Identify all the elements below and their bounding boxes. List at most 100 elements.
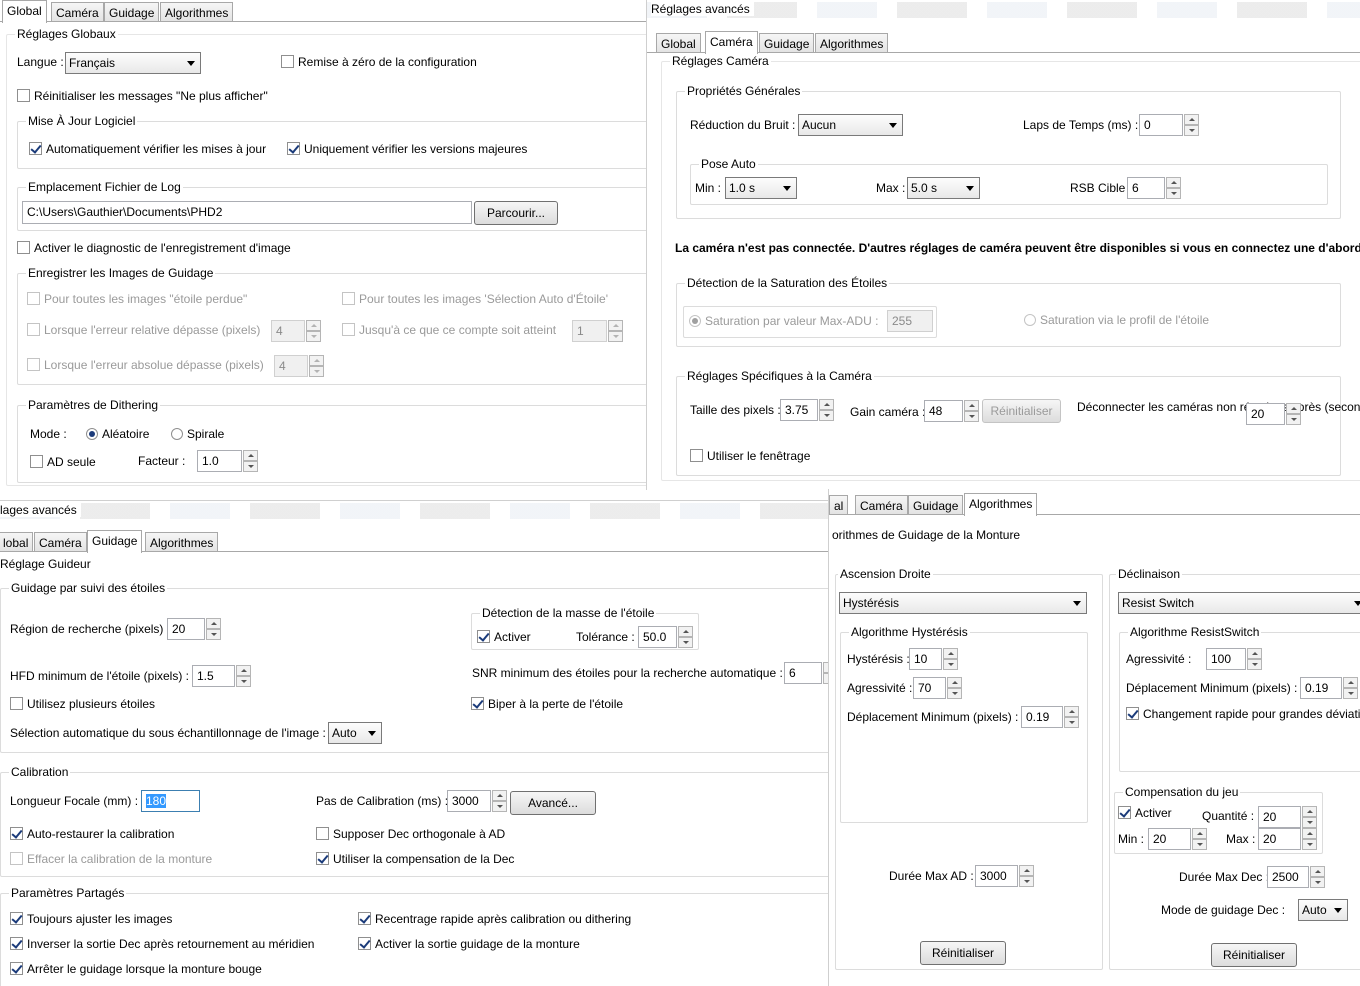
- until-count-input[interactable]: 1: [572, 320, 607, 342]
- tab-algorithms[interactable]: Algorithmes: [145, 532, 219, 552]
- dec-algorithm-combo[interactable]: Resist Switch: [1118, 592, 1360, 614]
- hfd-spinner[interactable]: [236, 665, 251, 687]
- beep-checkbox[interactable]: Biper à la perte de l'étoile: [471, 697, 623, 711]
- max-exposure-combo[interactable]: 5.0 s: [907, 177, 980, 199]
- tab-global[interactable]: Global: [2, 0, 47, 23]
- pixel-size-input[interactable]: 3.75: [780, 399, 818, 421]
- sat-max-adu-radio[interactable]: Saturation par valeur Max-ADU :: [689, 314, 878, 328]
- dec-mode-combo[interactable]: Auto: [1298, 899, 1348, 921]
- tab-algorithms[interactable]: Algorithmes: [964, 493, 1038, 516]
- reset-config-checkbox[interactable]: Remise à zéro de la configuration: [281, 55, 477, 69]
- target-snr-input[interactable]: 6: [1127, 177, 1165, 199]
- factor-input[interactable]: 1.0: [197, 450, 242, 472]
- always-scale-checkbox[interactable]: Toujours ajuster les images: [10, 912, 172, 926]
- until-count-checkbox[interactable]: Jusqu'à ce que ce compte soit atteint: [342, 323, 556, 337]
- max-adu-input[interactable]: 255: [887, 310, 933, 332]
- auto-restore-checkbox[interactable]: Auto-restaurer la calibration: [10, 827, 174, 841]
- sat-profile-radio[interactable]: Saturation via le profil de l'étoile: [1024, 313, 1209, 327]
- camera-reset-button[interactable]: Réinitialiser: [982, 399, 1061, 423]
- dec-reset-button[interactable]: Réinitialiser: [1211, 943, 1297, 967]
- log-path-input[interactable]: C:\Users\Gauthier\Documents\PHD2: [22, 201, 472, 224]
- mass-enable-checkbox[interactable]: Activer: [477, 630, 531, 644]
- rel-error-spinner[interactable]: [306, 320, 321, 342]
- rs-aggressiveness-input[interactable]: 100: [1206, 648, 1246, 670]
- tab-guiding[interactable]: Guidage: [104, 2, 160, 22]
- disconnect-spinner[interactable]: [1286, 403, 1301, 425]
- aggressiveness-input[interactable]: 70: [913, 677, 946, 699]
- dither-spiral-radio[interactable]: Spirale: [171, 427, 224, 441]
- auto-update-checkbox[interactable]: Automatiquement vérifier les mises à jou…: [29, 142, 266, 156]
- backlash-max-spinner[interactable]: [1302, 828, 1317, 850]
- tab-global[interactable]: Global: [656, 33, 701, 53]
- clear-calibration-checkbox[interactable]: Effacer la calibration de la monture: [10, 852, 212, 866]
- language-combo[interactable]: Français: [65, 52, 201, 74]
- dither-random-radio[interactable]: Aléatoire: [86, 427, 149, 441]
- tab-camera[interactable]: Caméra: [34, 532, 87, 552]
- camera-gain-spinner[interactable]: [964, 400, 979, 422]
- major-only-checkbox[interactable]: Uniquement vérifier les versions majeure…: [287, 142, 527, 156]
- cal-step-input[interactable]: 3000: [447, 790, 491, 812]
- camera-gain-input[interactable]: 48: [924, 400, 963, 422]
- fast-recenter-checkbox[interactable]: Recentrage rapide après calibration ou d…: [358, 912, 631, 926]
- pixel-size-spinner[interactable]: [819, 399, 834, 421]
- rs-min-move-input[interactable]: 0.19: [1300, 677, 1342, 699]
- assume-ortho-checkbox[interactable]: Supposer Dec orthogonale à AD: [316, 827, 505, 841]
- stop-on-slew-checkbox[interactable]: Arrêter le guidage lorsque la monture bo…: [10, 962, 262, 976]
- tab-algorithms[interactable]: Algorithmes: [815, 33, 889, 53]
- dec-max-duration-input[interactable]: 2500: [1267, 866, 1309, 888]
- search-region-spinner[interactable]: [206, 618, 221, 640]
- rel-error-checkbox[interactable]: Lorsque l'erreur relative dépasse (pixel…: [27, 323, 260, 337]
- tolerance-spinner[interactable]: [678, 626, 693, 648]
- tab-camera[interactable]: Caméra: [705, 31, 758, 54]
- tab-algorithms[interactable]: Algorithmes: [160, 2, 234, 22]
- dec-compensation-checkbox[interactable]: Utiliser la compensation de la Dec: [316, 852, 514, 866]
- multi-star-checkbox[interactable]: Utilisez plusieurs étoiles: [10, 697, 155, 711]
- quantity-input[interactable]: 20: [1258, 806, 1301, 828]
- ra-algorithm-combo[interactable]: Hystérésis: [839, 592, 1087, 614]
- hfd-input[interactable]: 1.5: [192, 665, 235, 687]
- subsample-combo[interactable]: Auto: [328, 722, 382, 744]
- focal-length-input[interactable]: 180: [141, 790, 200, 812]
- noise-reduction-combo[interactable]: Aucun: [798, 114, 903, 136]
- tab-guiding[interactable]: Guidage: [87, 530, 143, 553]
- backlash-min-input[interactable]: 20: [1148, 828, 1191, 850]
- snr-min-input[interactable]: 6: [784, 662, 822, 684]
- rel-error-input[interactable]: 4: [271, 320, 305, 342]
- rs-min-move-spinner[interactable]: [1343, 677, 1358, 699]
- rs-aggressiveness-spinner[interactable]: [1247, 648, 1262, 670]
- browse-button[interactable]: Parcourir...: [474, 201, 558, 225]
- reset-messages-checkbox[interactable]: Réinitialiser les messages "Ne plus affi…: [17, 89, 268, 103]
- enable-output-checkbox[interactable]: Activer la sortie guidage de la monture: [358, 937, 580, 951]
- cal-step-spinner[interactable]: [492, 790, 507, 812]
- abs-error-input[interactable]: 4: [274, 355, 308, 377]
- backlash-min-spinner[interactable]: [1192, 828, 1207, 850]
- backlash-max-input[interactable]: 20: [1258, 828, 1301, 850]
- reverse-dec-checkbox[interactable]: Inverser la sortie Dec après retournemen…: [10, 937, 314, 951]
- factor-spinner[interactable]: [243, 450, 258, 472]
- timelapse-input[interactable]: 0: [1139, 114, 1183, 136]
- quantity-spinner[interactable]: [1302, 806, 1317, 828]
- lost-star-checkbox[interactable]: Pour toutes les images "étoile perdue": [27, 292, 247, 306]
- hysteresis-input[interactable]: 10: [909, 648, 942, 670]
- ra-max-duration-input[interactable]: 3000: [975, 865, 1018, 887]
- min-exposure-combo[interactable]: 1.0 s: [725, 177, 797, 199]
- ra-max-duration-spinner[interactable]: [1019, 865, 1034, 887]
- backlash-enable-checkbox[interactable]: Activer: [1118, 806, 1172, 820]
- abs-error-spinner[interactable]: [309, 355, 324, 377]
- tolerance-input[interactable]: 50.0: [638, 626, 677, 648]
- disconnect-input[interactable]: 20: [1246, 403, 1285, 425]
- tab-guiding[interactable]: Guidage: [759, 33, 815, 53]
- tab-global[interactable]: lobal: [0, 532, 34, 552]
- tab-camera[interactable]: Caméra: [855, 495, 908, 515]
- dec-max-duration-spinner[interactable]: [1310, 866, 1325, 888]
- tab-guiding[interactable]: Guidage: [908, 495, 964, 515]
- abs-error-checkbox[interactable]: Lorsque l'erreur absolue dépasse (pixels…: [27, 358, 264, 372]
- auto-select-checkbox[interactable]: Pour toutes les images 'Sélection Auto d…: [342, 292, 608, 306]
- min-move-spinner[interactable]: [1064, 706, 1079, 728]
- timelapse-spinner[interactable]: [1184, 114, 1199, 136]
- image-diag-checkbox[interactable]: Activer le diagnostic de l'enregistremen…: [17, 241, 291, 255]
- ra-only-checkbox[interactable]: AD seule: [30, 455, 96, 469]
- target-snr-spinner[interactable]: [1166, 177, 1181, 199]
- fast-switch-checkbox[interactable]: Changement rapide pour grandes déviatio: [1126, 707, 1360, 721]
- windowing-checkbox[interactable]: Utiliser le fenêtrage: [690, 449, 810, 463]
